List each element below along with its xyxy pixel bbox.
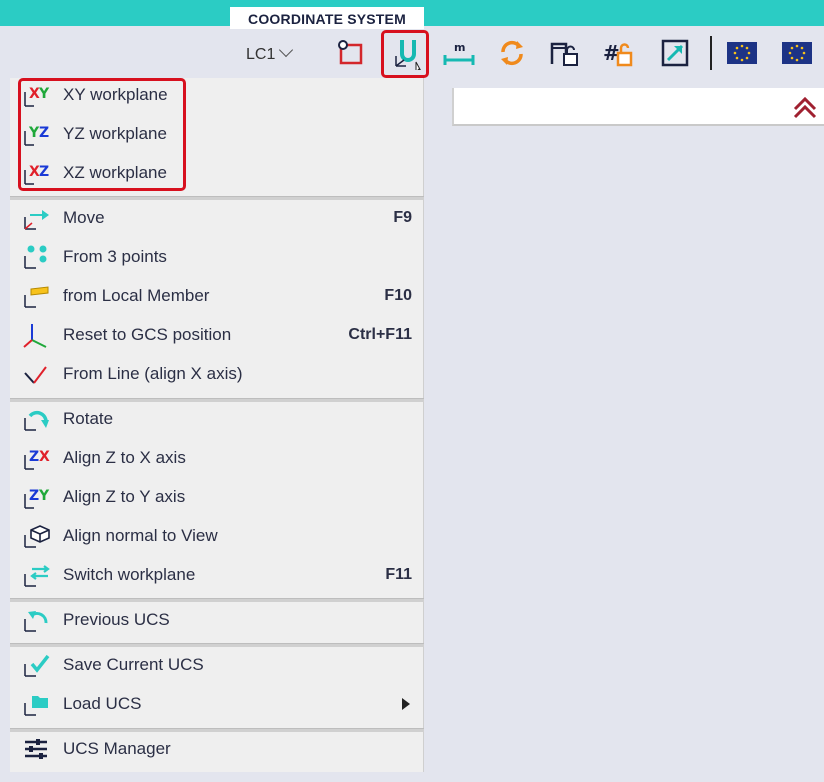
submenu-arrow-icon [402,697,410,710]
menu-item-move[interactable]: Move F9 [10,198,424,237]
shortcut-label: F9 [393,208,412,226]
collapse-up-icon[interactable] [792,95,818,119]
chevron-down-icon [279,42,294,58]
menu-item-from-line[interactable]: From Line (align X axis) [10,354,424,393]
menu-item-label: Align Z to X axis [63,447,186,467]
view-mode-button-2[interactable] [780,36,814,70]
svg-text:Z: Z [29,488,39,504]
menu-item-label: Load UCS [63,693,142,713]
menu-item-switch-workplane[interactable]: Switch workplane F11 [10,555,424,594]
shortcut-label: F11 [385,565,412,583]
menu-item-load-ucs[interactable]: Load UCS [10,684,424,723]
switch-workplane-icon [24,565,50,587]
sliders-icon [25,739,47,759]
load-ucs-icon [24,696,48,716]
lock-grid-icon: # [603,41,633,67]
ucs-button-highlight [381,30,429,78]
measure-button[interactable]: m [442,36,476,70]
shortcut-label: F10 [384,286,412,304]
menu-item-label: Move [63,207,105,227]
menu-item-label: UCS Manager [63,738,171,758]
coordinate-system-menu: X Y XY workplane Y Z YZ workplane X Z XZ… [10,78,424,772]
fit-view-button[interactable] [658,36,692,70]
lock-grid-button[interactable]: # [602,36,636,70]
from-line-icon [24,366,47,384]
three-points-icon [24,245,47,269]
align-z-to-x-icon: Z X [24,449,50,470]
reset-gcs-icon [23,324,47,348]
stars-flag-icon [727,42,757,64]
view-mode-button-1[interactable] [725,36,759,70]
menu-item-label: Align normal to View [63,525,218,545]
refresh-button[interactable] [495,36,529,70]
menu-item-align-normal-to-view[interactable]: Align normal to View [10,516,424,555]
rectangle-select-button[interactable] [334,36,368,70]
menu-item-label: From Line (align X axis) [63,363,243,383]
menu-item-label: Reset to GCS position [63,324,232,344]
menu-item-label: Rotate [63,408,114,428]
shortcut-label: Ctrl+F11 [348,325,412,343]
load-case-dropdown[interactable]: LC1 [246,42,294,64]
save-ucs-icon [24,654,50,677]
menu-item-from-3-points[interactable]: From 3 points [10,237,424,276]
move-icon [24,210,49,230]
menu-item-previous-ucs[interactable]: Previous UCS [10,600,424,639]
load-case-value: LC1 [246,46,276,63]
svg-text:m: m [454,41,465,54]
svg-text:Y: Y [38,488,50,504]
menu-item-label: Switch workplane [63,564,196,584]
menu-item-label: From 3 points [63,246,167,266]
menu-item-save-current-ucs[interactable]: Save Current UCS [10,645,424,684]
menu-item-label: Previous UCS [63,609,170,629]
align-z-to-y-icon: Z Y [24,488,50,509]
workplanes-highlight [18,78,186,191]
menu-item-ucs-manager[interactable]: UCS Manager [10,729,424,768]
menu-item-align-z-to-x[interactable]: Z X Align Z to X axis [10,438,424,477]
lock-member-button[interactable] [548,36,582,70]
menu-item-reset-to-gcs[interactable]: Reset to GCS position Ctrl+F11 [10,315,424,354]
menu-item-rotate[interactable]: Rotate [10,399,424,438]
menu-item-from-local-member[interactable]: from Local Member F10 [10,276,424,315]
lock-member-icon [550,42,578,66]
toolbar-separator [710,36,712,70]
stars-flag-icon [782,42,812,64]
rotate-icon [24,410,49,431]
fit-view-icon [661,39,689,67]
section-title: COORDINATE SYSTEM [230,7,424,29]
rectangle-select-icon [338,40,363,65]
svg-text:X: X [39,449,50,465]
previous-ucs-icon [24,611,48,632]
menu-item-align-z-to-y[interactable]: Z Y Align Z to Y axis [10,477,424,516]
menu-item-label: Save Current UCS [63,654,204,674]
refresh-icon [501,40,523,66]
menu-item-label: from Local Member [63,285,210,305]
svg-text:Z: Z [29,449,39,465]
viewport-header [452,88,824,126]
measure-icon: m [443,41,475,65]
align-view-icon [24,525,50,548]
menu-item-label: Align Z to Y axis [63,486,186,506]
local-member-icon [24,286,49,308]
